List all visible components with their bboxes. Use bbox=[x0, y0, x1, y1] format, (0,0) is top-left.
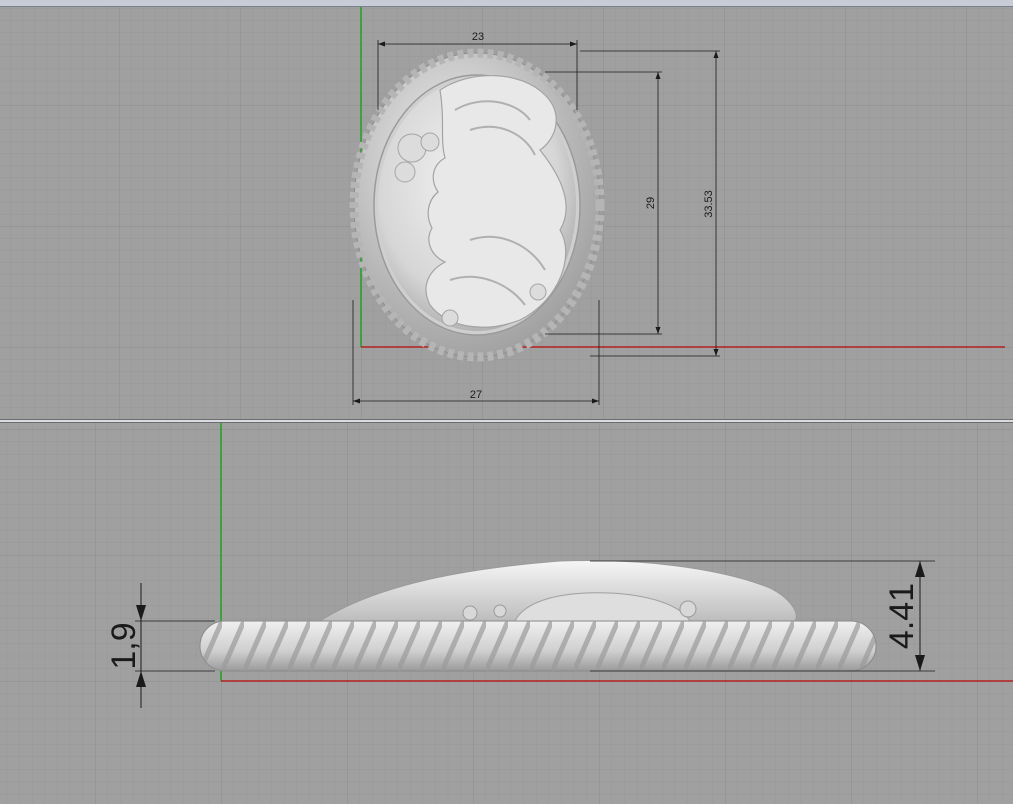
dim-width-inner-label: 23 bbox=[472, 31, 484, 43]
dim-base-thickness-label: 1,9 bbox=[105, 622, 143, 669]
top-viewport-canvas[interactable]: 23 27 29 33.53 bbox=[0, 0, 1013, 419]
dim-total-height-label: 4.41 bbox=[883, 583, 921, 649]
top-viewport[interactable]: 23 27 29 33.53 bbox=[0, 0, 1013, 419]
front-viewport-canvas[interactable]: 1,9 4.41 bbox=[0, 423, 1013, 804]
dim-height-outer-label: 33.53 bbox=[703, 190, 715, 218]
dim-width-outer-label: 27 bbox=[470, 389, 482, 401]
dim-height-inner-label: 29 bbox=[645, 197, 657, 209]
viewport-top-border bbox=[0, 0, 1013, 7]
cameo-model-top[interactable] bbox=[349, 48, 605, 362]
front-viewport[interactable]: 1,9 4.41 bbox=[0, 423, 1013, 804]
